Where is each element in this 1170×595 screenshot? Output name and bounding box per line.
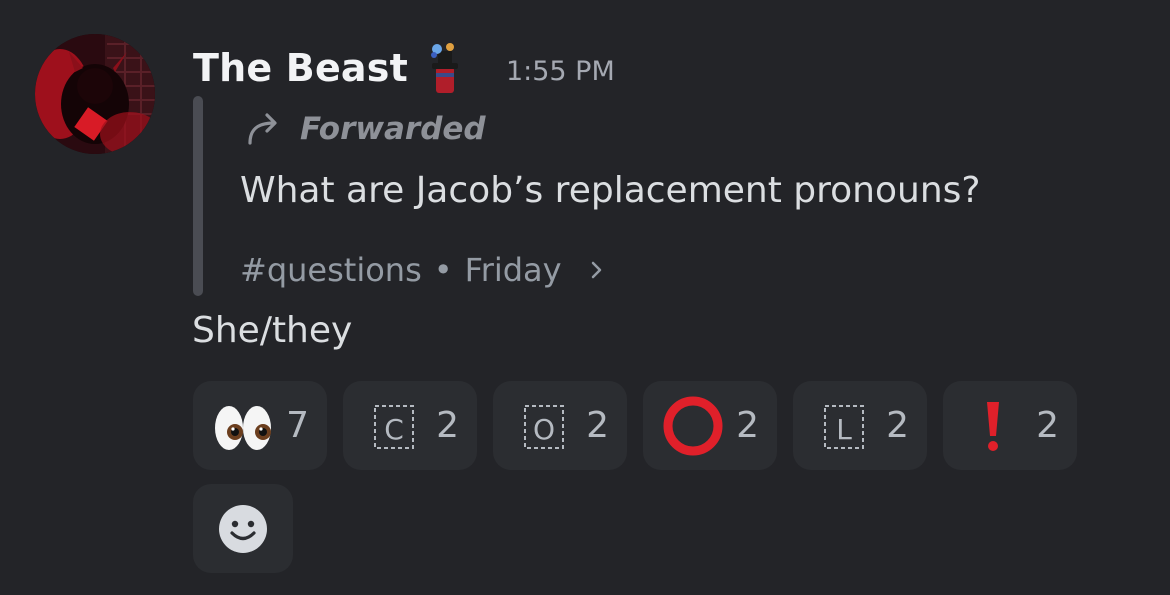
message-header: The Beast 1:55 PM [193, 40, 615, 96]
separator-dot: • [433, 251, 453, 289]
regional-indicator-o-icon: O [511, 394, 575, 458]
forwarded-message-text: What are Jacob’s replacement pronouns? [240, 170, 981, 211]
chevron-right-icon[interactable] [588, 258, 606, 282]
smiley-icon [219, 504, 267, 553]
add-reaction-button[interactable] [193, 484, 293, 573]
forwarded-source[interactable]: #questions • Friday [240, 248, 606, 292]
reaction-count: 2 [586, 405, 609, 446]
reaction-count: 2 [1036, 405, 1059, 446]
reaction-regional-l[interactable]: L 2 [793, 381, 927, 470]
top-hat-avatar-icon[interactable] [428, 41, 462, 95]
reaction-letter: L [836, 413, 852, 446]
source-channel[interactable]: #questions [240, 251, 422, 289]
message-timestamp[interactable]: 1:55 PM [506, 50, 615, 87]
reaction-letter: C [384, 413, 404, 446]
reaction-letter: O [533, 413, 555, 446]
regional-indicator-c-icon: C [361, 394, 425, 458]
source-date: Friday [464, 251, 562, 289]
reactions-bar: 7 C 2 O 2 2 L 2 2 [193, 381, 1093, 470]
reaction-eyes[interactable]: 7 [193, 381, 327, 470]
exclamation-icon [961, 394, 1025, 458]
reaction-count: 2 [736, 405, 759, 446]
forward-quote-bar [193, 96, 203, 296]
chat-message: The Beast 1:55 PM Forwarded What are Jac… [0, 0, 1170, 595]
username[interactable]: The Beast [193, 46, 408, 90]
reaction-count: 7 [286, 405, 309, 446]
regional-indicator-l-icon: L [811, 394, 875, 458]
message-content: She/they [192, 310, 353, 351]
reaction-exclamation[interactable]: 2 [943, 381, 1077, 470]
reaction-regional-c[interactable]: C 2 [343, 381, 477, 470]
red-o-icon [661, 394, 725, 458]
user-avatar[interactable] [35, 34, 155, 154]
forwarded-label: Forwarded [244, 108, 486, 150]
forwarded-text: Forwarded [300, 111, 486, 147]
eyes-icon [211, 394, 275, 458]
reaction-count: 2 [436, 405, 459, 446]
avatar-image [35, 34, 155, 154]
forward-arrow-icon [248, 113, 277, 145]
reaction-regional-o[interactable]: O 2 [493, 381, 627, 470]
reaction-red-circle[interactable]: 2 [643, 381, 777, 470]
reaction-count: 2 [886, 405, 909, 446]
